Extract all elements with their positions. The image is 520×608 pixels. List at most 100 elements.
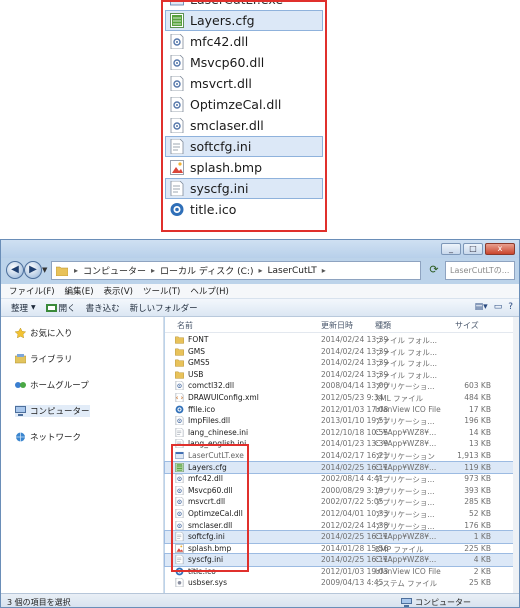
dll-icon — [170, 33, 184, 50]
zoom-file-row[interactable]: Msvcp60.dll — [165, 52, 323, 73]
folder-icon — [175, 358, 184, 367]
file-size: 13 KB — [469, 439, 491, 449]
file-row[interactable]: GMS5 2014/02/24 13:39 ファイル フォル... — [165, 357, 519, 369]
dll-icon — [175, 520, 184, 530]
maximize-button[interactable]: □ — [463, 243, 483, 255]
zoom-file-row[interactable]: title.ico — [165, 199, 323, 220]
burn-button[interactable]: 書き込む — [86, 302, 120, 314]
chevron-down-icon: ▼ — [31, 304, 36, 311]
file-name: ffile.ico — [188, 404, 216, 414]
help-icon[interactable]: ? — [508, 302, 513, 312]
breadcrumb-computer[interactable]: コンピューター — [83, 264, 146, 277]
nav-homegroup[interactable]: ホームグループ — [15, 379, 89, 391]
back-button[interactable]: ◀ — [6, 261, 24, 279]
view-options-icon[interactable]: ▤▾ — [475, 302, 488, 312]
file-type: ファイル フォル... — [375, 347, 438, 357]
zoom-file-row[interactable]: msvcrt.dll — [165, 73, 323, 94]
ini-icon — [170, 180, 184, 197]
zoom-file-row[interactable]: smclaser.dll — [165, 115, 323, 136]
zoom-file-row[interactable]: OptimzeCal.dll — [165, 94, 323, 115]
file-row[interactable]: lang_english.ini 2014/01/23 13:39 C:¥App¥W… — [165, 438, 519, 450]
status-location-label: コンピューター — [415, 598, 471, 607]
file-row[interactable]: mfc42.dll 2002/08/14 4:41 アプリケーショ... 973 KB — [165, 473, 519, 485]
column-header-size[interactable]: サイズ — [455, 320, 479, 331]
zoom-file-row[interactable]: mfc42.dll — [165, 31, 323, 52]
breadcrumb-separator-icon: ▸ — [258, 266, 263, 275]
menu-bar: ファイル(F) 編集(E) 表示(V) ツール(T) ヘルプ(H) — [1, 284, 519, 298]
file-row[interactable]: splash.bmp 2014/01/28 15:56 BMP ファイル 225 KB — [165, 543, 519, 555]
address-bar[interactable]: ▸ コンピューター ▸ ローカル ディスク (C:) ▸ LaserCutLT … — [51, 261, 421, 280]
zoom-file-row[interactable]: softcfg.ini — [165, 136, 323, 157]
nav-favorites[interactable]: お気に入り — [15, 327, 73, 339]
menu-file[interactable]: ファイル(F) — [9, 285, 55, 297]
open-button[interactable]: 開く — [45, 302, 76, 314]
dll-icon — [175, 381, 184, 391]
file-row[interactable]: DRAWUIConfig.xml 2012/05/23 9:34 XML ファイル 4… — [165, 392, 519, 404]
file-row[interactable]: title.ico 2012/01/03 19:03 IrfanView ICO F… — [165, 566, 519, 578]
command-bar: 整理 ▼ 開く 書き込む 新しいフォルダー ▤▾ ▭ ? — [1, 298, 519, 317]
nav-libraries[interactable]: ライブラリ — [15, 353, 73, 365]
minimize-button[interactable]: _ — [441, 243, 461, 255]
vertical-scrollbar[interactable] — [513, 317, 519, 593]
file-row[interactable]: usbser.sys 2009/04/13 4:45 システム ファイル 25 KB — [165, 577, 519, 589]
file-row[interactable]: softcfg.ini 2014/02/25 16:11 C:¥App¥WZ8¥..… — [164, 530, 519, 544]
file-name: title.ico — [188, 566, 216, 576]
forward-button[interactable]: ▶ — [24, 261, 42, 279]
file-row[interactable]: lang_chinese.ini 2012/10/18 10:55 C:¥App¥W… — [165, 427, 519, 439]
organize-button[interactable]: 整理 ▼ — [11, 302, 36, 314]
column-header-date[interactable]: 更新日時 — [321, 320, 353, 331]
dll-icon — [170, 75, 184, 92]
menu-tools[interactable]: ツール(T) — [143, 285, 180, 297]
dll-icon — [175, 508, 184, 519]
file-row[interactable]: syscfg.ini 2014/02/25 16:11 C:¥App¥WZ8¥...… — [164, 553, 519, 567]
file-name: Msvcp60.dll — [188, 485, 233, 495]
file-row[interactable]: Msvcp60.dll 2000/08/29 3:19 アプリケーショ... 393 … — [165, 485, 519, 497]
file-row[interactable]: Layers.cfg 2014/02/25 16:11 C:¥App¥WZ8¥...… — [164, 460, 519, 475]
file-name: GMS5 — [188, 358, 210, 368]
file-type: アプリケーショ... — [375, 486, 435, 496]
burn-label: 書き込む — [85, 303, 120, 314]
file-row[interactable]: USB 2014/02/24 13:39 ファイル フォル... — [165, 369, 519, 381]
column-header-type[interactable]: 種類 — [375, 320, 391, 331]
file-row[interactable]: ffile.ico 2012/01/03 17:08 IrfanView ICO F… — [165, 404, 519, 416]
file-list-pane: 名前 更新日時 種類 サイズ FONT 2014/02/24 13:39 ファイル … — [164, 317, 519, 593]
file-size: 25 KB — [469, 578, 491, 588]
file-row[interactable]: comctl32.dll 2008/04/14 13:00 アプリケーショ... 60… — [165, 380, 519, 392]
search-input[interactable]: LaserCutLTの... — [445, 261, 515, 280]
file-size: 603 KB — [464, 381, 491, 391]
nav-network[interactable]: ネットワーク — [15, 431, 81, 443]
history-dropdown-icon[interactable]: ▼ — [42, 266, 47, 274]
bmp-icon — [170, 160, 184, 175]
zoom-file-row[interactable]: splash.bmp — [165, 157, 323, 178]
file-size: 1 KB — [473, 532, 491, 542]
open-label: 開く — [58, 303, 76, 314]
file-type: アプリケーショ... — [375, 509, 435, 519]
file-row[interactable]: GMS 2014/02/24 13:39 ファイル フォル... — [165, 346, 519, 358]
zoom-file-row[interactable]: LaserCutLT.exe — [165, 2, 323, 10]
zoom-file-row[interactable]: Layers.cfg — [165, 10, 323, 31]
breadcrumb-lasercutlt[interactable]: LaserCutLT — [268, 266, 317, 276]
cfg-icon — [170, 13, 184, 28]
menu-edit[interactable]: 編集(E) — [65, 285, 94, 297]
menu-help[interactable]: ヘルプ(H) — [190, 285, 229, 297]
file-row[interactable]: OptimzeCal.dll 2012/04/01 10:33 アプリケーショ...… — [165, 508, 519, 520]
file-name: mfc42.dll — [188, 474, 223, 484]
file-row[interactable]: FONT 2014/02/24 13:39 ファイル フォル... — [165, 334, 519, 346]
column-header-name[interactable]: 名前 — [177, 320, 193, 331]
new-folder-button[interactable]: 新しいフォルダー — [130, 302, 198, 314]
nav-computer[interactable]: コンピューター — [15, 405, 90, 417]
preview-pane-icon[interactable]: ▭ — [494, 302, 503, 312]
file-row[interactable]: smclaser.dll 2012/02/24 14:38 アプリケーショ... 17… — [165, 520, 519, 532]
status-location: コンピューター — [401, 597, 471, 607]
zoom-file-row[interactable]: syscfg.ini — [165, 178, 323, 199]
zoom-file-name: Msvcp60.dll — [190, 55, 265, 70]
file-row[interactable]: ImpFiles.dll 2013/01/10 19:51 アプリケーショ... 19… — [165, 415, 519, 427]
file-row[interactable]: LaserCutLT.exe 2014/02/17 16:21 アプリケーション 1,… — [165, 450, 519, 462]
breadcrumb-local-disk[interactable]: ローカル ディスク (C:) — [160, 264, 253, 277]
refresh-button[interactable]: ⟳ — [425, 262, 443, 279]
file-row[interactable]: msvcrt.dll 2002/07/22 5:05 アプリケーショ... 285 K… — [165, 496, 519, 508]
file-name: comctl32.dll — [188, 381, 235, 391]
dll-icon — [175, 415, 184, 426]
menu-view[interactable]: 表示(V) — [104, 285, 133, 297]
close-button[interactable]: x — [485, 243, 515, 255]
